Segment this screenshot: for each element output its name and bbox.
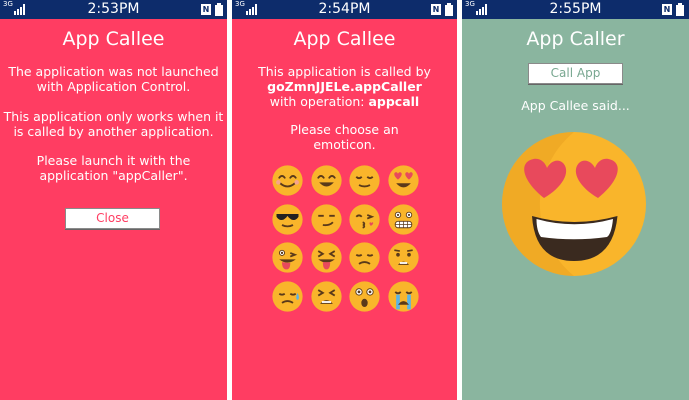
operation-name: appcall bbox=[368, 94, 420, 109]
prompt-line: emoticon. bbox=[313, 137, 376, 152]
clock: 2:53PM bbox=[87, 1, 140, 17]
message-line: The application was not launched bbox=[8, 64, 219, 79]
frowning-face-icon[interactable] bbox=[387, 241, 420, 274]
operation-prefix: with operation: bbox=[269, 94, 369, 109]
caller-screen: 3G 2:55PM N App Caller Call App App Call… bbox=[462, 0, 689, 400]
message-line: This application only works when it bbox=[3, 109, 224, 124]
callee-screen-choose-emoticon: 3G 2:54PM N App Callee This application … bbox=[232, 0, 457, 400]
crying-face-icon[interactable] bbox=[387, 280, 420, 313]
smirking-face-icon[interactable] bbox=[310, 203, 343, 236]
caller-id: goZmnJJELe.appCaller bbox=[232, 79, 457, 94]
page-title: App Callee bbox=[62, 28, 165, 50]
close-button[interactable]: Close bbox=[65, 208, 160, 229]
battery-icon bbox=[445, 3, 453, 16]
heart-eyes-face-icon[interactable] bbox=[387, 164, 420, 197]
astonished-face-icon[interactable] bbox=[348, 280, 381, 313]
status-bar: 3G 2:53PM N bbox=[0, 0, 227, 19]
notification-badge: N bbox=[662, 4, 672, 15]
callee-screen-not-launched: 3G 2:53PM N App Callee The application w… bbox=[0, 0, 227, 400]
operation-line: with operation: appcall bbox=[232, 94, 457, 109]
sunglasses-face-icon[interactable] bbox=[271, 203, 304, 236]
clock: 2:55PM bbox=[549, 1, 602, 17]
smiling-face-icon[interactable] bbox=[271, 164, 304, 197]
sad-sweat-face-icon[interactable] bbox=[271, 280, 304, 313]
notification-badge: N bbox=[201, 4, 211, 15]
result-label: App Callee said... bbox=[521, 98, 630, 113]
squinting-tongue-face-icon[interactable] bbox=[310, 241, 343, 274]
page-title: App Caller bbox=[526, 28, 625, 50]
battery-icon bbox=[676, 3, 684, 16]
message-line: Please launch it with the bbox=[36, 153, 191, 168]
winking-tongue-face-icon[interactable] bbox=[271, 241, 304, 274]
disappointed-face-icon[interactable] bbox=[348, 241, 381, 274]
caller-app-id: goZmnJJELe.appCaller bbox=[267, 79, 422, 94]
call-app-button[interactable]: Call App bbox=[528, 63, 623, 84]
page-title: App Callee bbox=[293, 28, 396, 50]
grimacing-face-icon[interactable] bbox=[387, 203, 420, 236]
clock: 2:54PM bbox=[318, 1, 371, 17]
kissing-face-icon[interactable] bbox=[348, 203, 381, 236]
message-line: is called by another application. bbox=[13, 124, 214, 139]
status-bar: 3G 2:54PM N bbox=[232, 0, 457, 19]
battery-icon bbox=[215, 3, 223, 16]
message-line: with Application Control. bbox=[36, 79, 191, 94]
tired-face-icon[interactable] bbox=[310, 280, 343, 313]
status-bar: 3G 2:55PM N bbox=[462, 0, 689, 19]
prompt-line: Please choose an bbox=[290, 122, 399, 137]
emoticon-grid bbox=[271, 164, 421, 314]
happy-face-icon[interactable] bbox=[310, 164, 343, 197]
relieved-face-icon[interactable] bbox=[348, 164, 381, 197]
heart-eyes-face-icon bbox=[502, 132, 646, 276]
message-line: application "appCaller". bbox=[39, 168, 188, 183]
notification-badge: N bbox=[431, 4, 441, 15]
caller-info-line: This application is called by bbox=[258, 64, 431, 79]
